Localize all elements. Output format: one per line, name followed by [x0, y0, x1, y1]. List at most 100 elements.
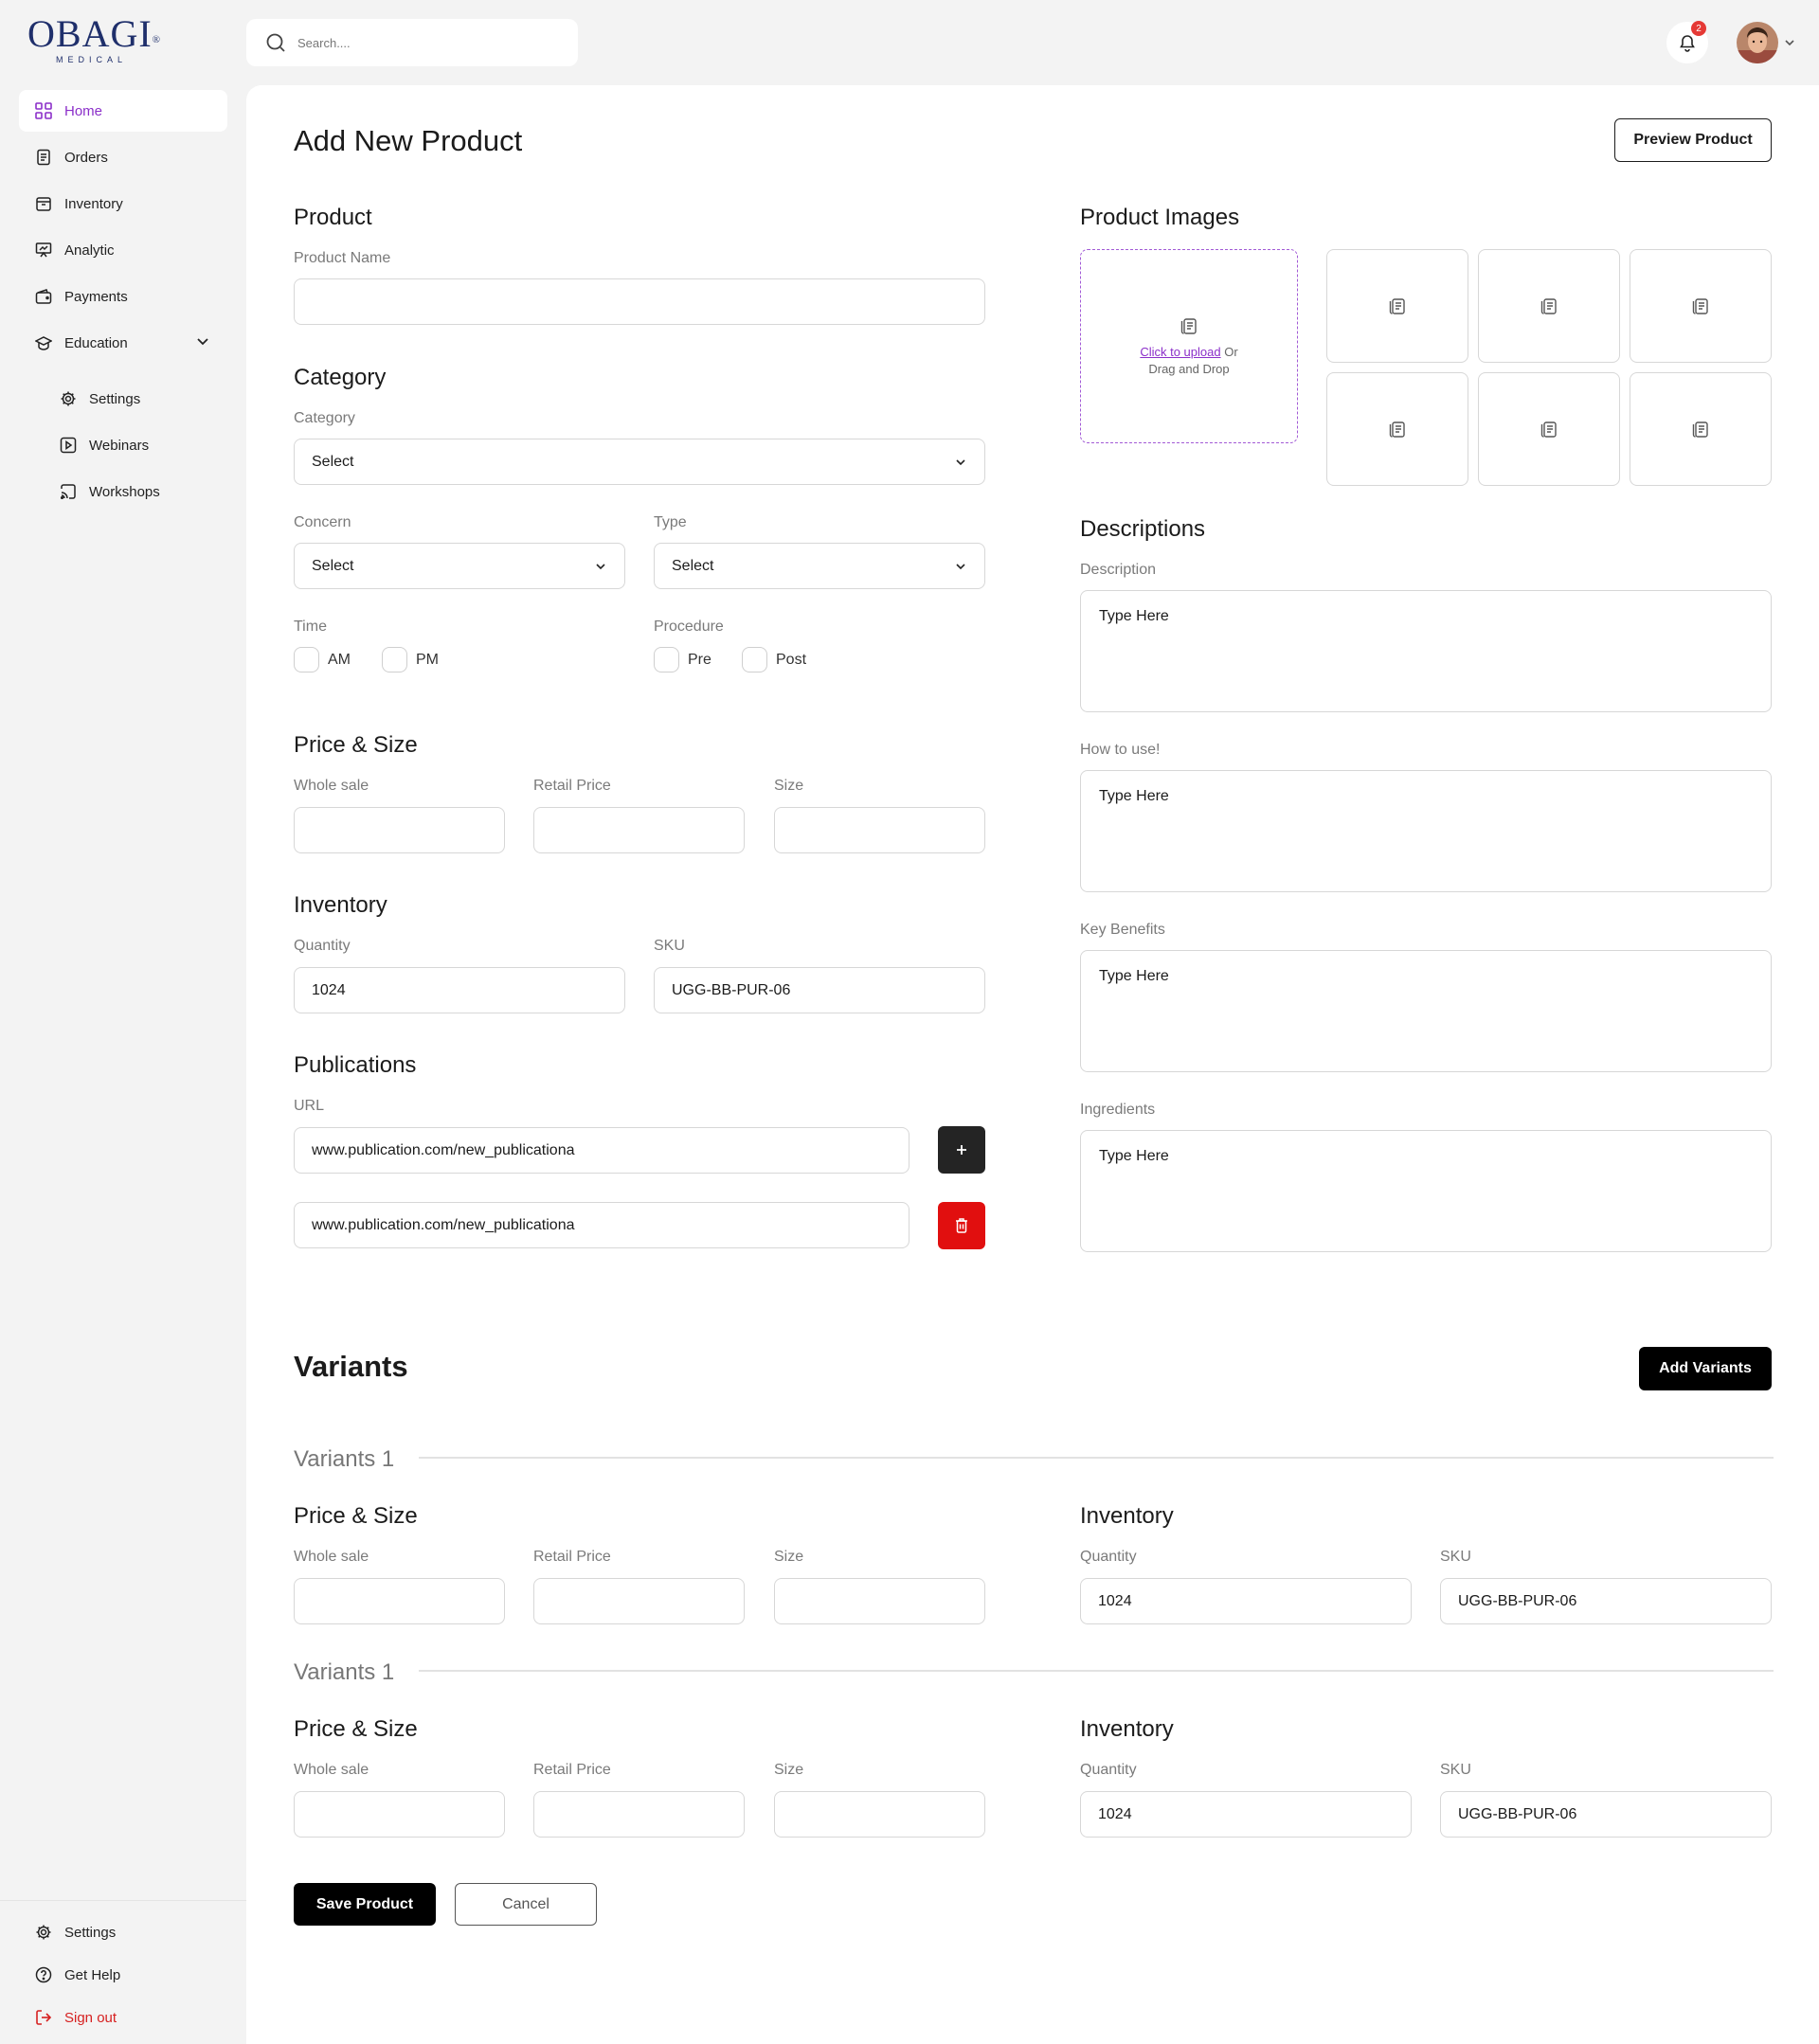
variant-wholesale-input[interactable] [294, 1791, 505, 1838]
cancel-button[interactable]: Cancel [455, 1883, 597, 1926]
chevron-down-icon[interactable] [1783, 36, 1796, 49]
sidebar-item-label: Settings [89, 390, 141, 407]
wholesale-input[interactable] [294, 807, 505, 853]
variant-quantity-input[interactable]: 1024 [1080, 1578, 1412, 1624]
add-publication-button[interactable] [938, 1126, 985, 1174]
inventory-heading: Inventory [294, 892, 387, 918]
variant-sku-input[interactable]: UGG-BB-PUR-06 [1440, 1791, 1772, 1838]
image-upload-dropzone[interactable]: Click to upload Or Drag and Drop [1080, 249, 1298, 443]
concern-select-value: Select [312, 557, 354, 574]
play-square-icon [59, 436, 78, 455]
cast-icon [59, 482, 78, 501]
sidebar-item-education[interactable]: Education [19, 322, 227, 364]
delete-publication-button[interactable] [938, 1202, 985, 1249]
publications-heading: Publications [294, 1052, 417, 1078]
image-thumbnail-slot[interactable] [1478, 249, 1620, 363]
how-to-use-textarea[interactable]: Type Here [1080, 770, 1772, 892]
time-am-checkbox[interactable] [294, 647, 319, 672]
brand-name: OBAGI [27, 12, 153, 55]
chevron-down-icon [954, 560, 967, 573]
variant-size-input[interactable] [774, 1578, 985, 1624]
publication-url-input[interactable]: www.publication.com/new_publicationa [294, 1127, 910, 1174]
sidebar-bottom-get-help[interactable]: Get Help [19, 1954, 227, 1996]
time-pm-checkbox[interactable] [382, 647, 407, 672]
ingredients-textarea[interactable]: Type Here [1080, 1130, 1772, 1252]
preview-product-button[interactable]: Preview Product [1614, 118, 1772, 162]
description-label: Description [1080, 562, 1157, 578]
procedure-pre-checkbox[interactable] [654, 647, 679, 672]
procedure-post-checkbox[interactable] [742, 647, 767, 672]
sidebar-item-home[interactable]: Home [19, 90, 227, 132]
image-file-icon [1690, 419, 1711, 439]
time-am-label: AM [328, 652, 351, 668]
sidebar-item-inventory[interactable]: Inventory [19, 183, 227, 224]
descriptions-heading: Descriptions [1080, 516, 1206, 542]
avatar[interactable] [1737, 22, 1778, 63]
notifications-button[interactable]: 2 [1666, 21, 1708, 63]
sidebar-item-analytic[interactable]: Analytic [19, 229, 227, 271]
product-name-input[interactable] [294, 278, 985, 325]
quantity-input[interactable]: 1024 [294, 967, 625, 1013]
sidebar-subitem-webinars[interactable]: Webinars [44, 424, 214, 466]
click-to-upload-link[interactable]: Click to upload [1140, 345, 1220, 359]
brand-logo[interactable]: OBAGI® MEDICAL [27, 12, 160, 65]
image-thumbnail-slot[interactable] [1326, 372, 1468, 486]
variant-retail-label: Retail Price [533, 1549, 611, 1565]
sidebar-item-payments[interactable]: Payments [19, 276, 227, 317]
image-thumbnail-slot[interactable] [1630, 372, 1772, 486]
sidebar-divider [0, 1900, 246, 1901]
sidebar-subitem-workshops[interactable]: Workshops [44, 471, 214, 512]
size-input[interactable] [774, 807, 985, 853]
description-textarea[interactable]: Type Here [1080, 590, 1772, 712]
search-bar[interactable] [246, 19, 578, 66]
image-file-icon [1387, 419, 1408, 439]
variant-divider [419, 1457, 1774, 1459]
trash-icon [954, 1217, 969, 1234]
type-select-value: Select [672, 557, 714, 574]
add-variants-button[interactable]: Add Variants [1639, 1347, 1772, 1390]
key-benefits-textarea[interactable]: Type Here [1080, 950, 1772, 1072]
sidebar-item-label: Analytic [64, 242, 115, 259]
receipt-icon [34, 148, 53, 167]
variant-retail-input[interactable] [533, 1791, 745, 1838]
sku-input[interactable]: UGG-BB-PUR-06 [654, 967, 985, 1013]
sidebar-item-label: Sign out [64, 2009, 117, 2026]
variant-size-label: Size [774, 1549, 804, 1565]
variant-quantity-label: Quantity [1080, 1762, 1137, 1778]
variant-wholesale-input[interactable] [294, 1578, 505, 1624]
variant-sku-label: SKU [1440, 1549, 1471, 1565]
publication-url-input[interactable]: www.publication.com/new_publicationa [294, 1202, 910, 1248]
image-thumbnail-slot[interactable] [1630, 249, 1772, 363]
variant-retail-input[interactable] [533, 1578, 745, 1624]
procedure-pre-label: Pre [688, 652, 711, 668]
notification-badge: 2 [1691, 21, 1706, 36]
sidebar-subitem-settings[interactable]: Settings [44, 378, 214, 420]
variant-wholesale-label: Whole sale [294, 1549, 369, 1565]
how-to-use-label: How to use! [1080, 742, 1161, 758]
sidebar-bottom-sign-out[interactable]: Sign out [19, 1997, 227, 2038]
price-size-heading: Price & Size [294, 732, 418, 758]
variant-sku-input[interactable]: UGG-BB-PUR-06 [1440, 1578, 1772, 1624]
image-thumbnail-slot[interactable] [1326, 249, 1468, 363]
variant-inventory-heading: Inventory [1080, 1503, 1174, 1529]
category-label: Category [294, 410, 355, 426]
variant-quantity-input[interactable]: 1024 [1080, 1791, 1412, 1838]
search-icon [265, 32, 286, 53]
retail-price-label: Retail Price [533, 778, 611, 794]
product-images-heading: Product Images [1080, 205, 1240, 230]
type-select[interactable]: Select [654, 543, 985, 589]
category-heading: Category [294, 365, 387, 390]
sidebar-bottom-settings[interactable]: Settings [19, 1911, 227, 1953]
brand-sub: MEDICAL [56, 55, 128, 64]
retail-price-input[interactable] [533, 807, 745, 853]
save-product-button[interactable]: Save Product [294, 1883, 436, 1926]
search-input[interactable] [297, 35, 563, 50]
sidebar-item-orders[interactable]: Orders [19, 136, 227, 178]
category-select[interactable]: Select [294, 439, 985, 485]
variants-heading: Variants [294, 1350, 408, 1383]
image-thumbnail-slot[interactable] [1478, 372, 1620, 486]
variant-title: Variants 1 [294, 1659, 395, 1685]
variant-size-input[interactable] [774, 1791, 985, 1838]
bell-icon [1678, 33, 1697, 52]
concern-select[interactable]: Select [294, 543, 625, 589]
